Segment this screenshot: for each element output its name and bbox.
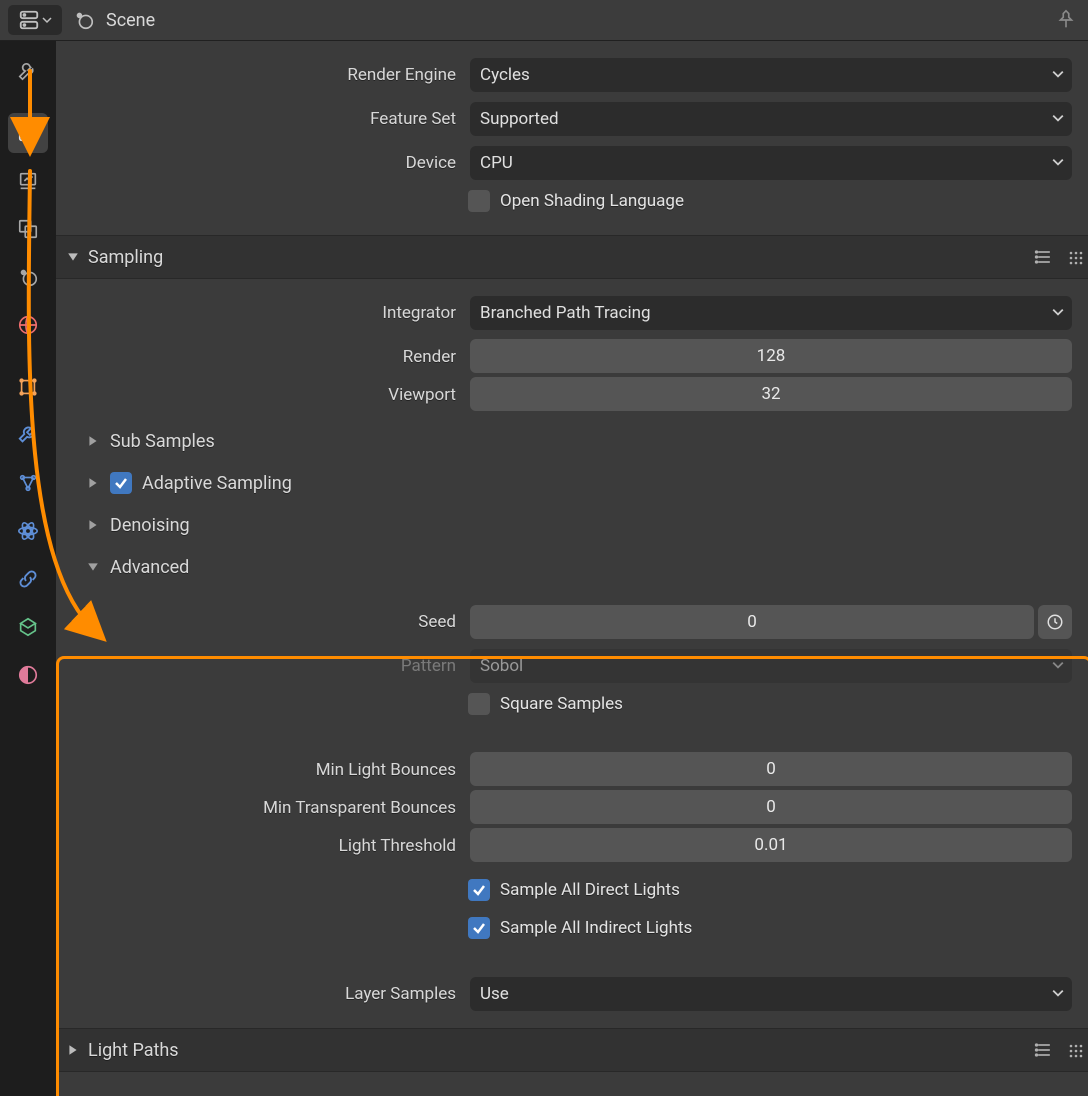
chevron-down-icon — [1052, 984, 1064, 1004]
light-paths-panel-header[interactable]: Light Paths — [56, 1028, 1088, 1072]
sample-indirect-checkbox[interactable] — [468, 917, 490, 939]
sample-direct-checkbox[interactable] — [468, 879, 490, 901]
min-light-bounces-label: Min Light Bounces — [56, 760, 470, 780]
presets-icon[interactable] — [1032, 1038, 1056, 1062]
tab-material-icon[interactable] — [8, 655, 48, 695]
device-value: CPU — [480, 153, 513, 173]
osl-label: Open Shading Language — [500, 191, 684, 211]
seed-clock-button[interactable] — [1038, 605, 1072, 639]
viewport-samples-field[interactable]: 32 — [470, 377, 1072, 411]
sample-direct-label: Sample All Direct Lights — [500, 880, 680, 900]
pattern-value: Sobol — [480, 656, 523, 676]
tab-object-icon[interactable] — [8, 367, 48, 407]
properties-header: Scene — [0, 0, 1088, 41]
render-samples-label: Render — [56, 347, 470, 367]
scene-icon — [72, 8, 96, 32]
device-label: Device — [56, 153, 470, 173]
adaptive-sampling-checkbox[interactable] — [110, 472, 132, 494]
light-threshold-field[interactable]: 0.01 — [470, 828, 1072, 862]
editor-type-selector[interactable] — [8, 5, 62, 35]
render-samples-field[interactable]: 128 — [470, 339, 1072, 373]
disclosure-open-icon — [66, 250, 80, 264]
pin-icon[interactable] — [1052, 6, 1080, 34]
disclosure-open-icon — [86, 560, 100, 574]
seed-field[interactable]: 0 — [470, 605, 1034, 639]
feature-set-select[interactable]: Supported — [470, 102, 1072, 136]
light-paths-title: Light Paths — [88, 1040, 179, 1061]
chevron-down-icon — [1052, 153, 1064, 173]
tab-world-icon[interactable] — [8, 305, 48, 345]
sampling-title: Sampling — [88, 247, 163, 268]
device-select[interactable]: CPU — [470, 146, 1072, 180]
properties-content: Render Engine Cycles Feature Set Support… — [56, 41, 1088, 1096]
disclosure-closed-icon — [86, 518, 100, 532]
adaptive-sampling-title: Adaptive Sampling — [142, 473, 292, 494]
square-samples-label: Square Samples — [500, 694, 623, 714]
seed-label: Seed — [56, 612, 470, 632]
sub-samples-title: Sub Samples — [110, 431, 215, 452]
min-light-bounces-field[interactable]: 0 — [470, 752, 1072, 786]
viewport-samples-label: Viewport — [56, 385, 470, 405]
properties-tabs-sidebar — [0, 41, 56, 1096]
render-engine-label: Render Engine — [56, 65, 470, 85]
disclosure-closed-icon — [86, 434, 100, 448]
tab-scene-icon[interactable] — [8, 257, 48, 297]
denoising-title: Denoising — [110, 515, 190, 536]
chevron-down-icon — [1052, 65, 1064, 85]
tab-data-icon[interactable] — [8, 607, 48, 647]
layer-samples-value: Use — [480, 984, 509, 1004]
light-threshold-label: Light Threshold — [56, 836, 470, 856]
tab-tool-icon[interactable] — [8, 51, 48, 91]
scene-name: Scene — [106, 10, 155, 31]
drag-grip-icon[interactable] — [1064, 245, 1088, 269]
chevron-down-icon — [1052, 303, 1064, 323]
integrator-label: Integrator — [56, 303, 470, 323]
feature-set-value: Supported — [480, 109, 559, 129]
render-engine-select[interactable]: Cycles — [470, 58, 1072, 92]
advanced-subpanel[interactable]: Advanced — [56, 546, 1088, 588]
osl-checkbox[interactable] — [468, 190, 490, 212]
sampling-panel-header[interactable]: Sampling — [56, 235, 1088, 279]
tab-constraints-icon[interactable] — [8, 559, 48, 599]
feature-set-label: Feature Set — [56, 109, 470, 129]
sub-samples-subpanel[interactable]: Sub Samples — [56, 420, 1088, 462]
tab-modifier-icon[interactable] — [8, 415, 48, 455]
integrator-select[interactable]: Branched Path Tracing — [470, 296, 1072, 330]
pattern-select[interactable]: Sobol — [470, 649, 1072, 683]
denoising-subpanel[interactable]: Denoising — [56, 504, 1088, 546]
adaptive-sampling-subpanel[interactable]: Adaptive Sampling — [56, 462, 1088, 504]
advanced-title: Advanced — [110, 557, 189, 578]
disclosure-closed-icon — [86, 476, 100, 490]
chevron-down-icon — [1052, 656, 1064, 676]
drag-grip-icon[interactable] — [1064, 1038, 1088, 1062]
presets-icon[interactable] — [1032, 245, 1056, 269]
tab-physics-icon[interactable] — [8, 511, 48, 551]
chevron-down-icon — [1052, 109, 1064, 129]
tab-particles-icon[interactable] — [8, 463, 48, 503]
tab-render-icon[interactable] — [8, 113, 48, 153]
integrator-value: Branched Path Tracing — [480, 303, 651, 323]
render-engine-value: Cycles — [480, 65, 530, 85]
sample-indirect-label: Sample All Indirect Lights — [500, 918, 692, 938]
square-samples-checkbox[interactable] — [468, 693, 490, 715]
min-transparent-bounces-label: Min Transparent Bounces — [56, 798, 470, 818]
disclosure-closed-icon — [66, 1043, 80, 1057]
tab-viewlayer-icon[interactable] — [8, 209, 48, 249]
pattern-label: Pattern — [56, 656, 470, 676]
tab-output-icon[interactable] — [8, 161, 48, 201]
min-transparent-bounces-field[interactable]: 0 — [470, 790, 1072, 824]
layer-samples-select[interactable]: Use — [470, 977, 1072, 1011]
layer-samples-label: Layer Samples — [56, 984, 470, 1004]
